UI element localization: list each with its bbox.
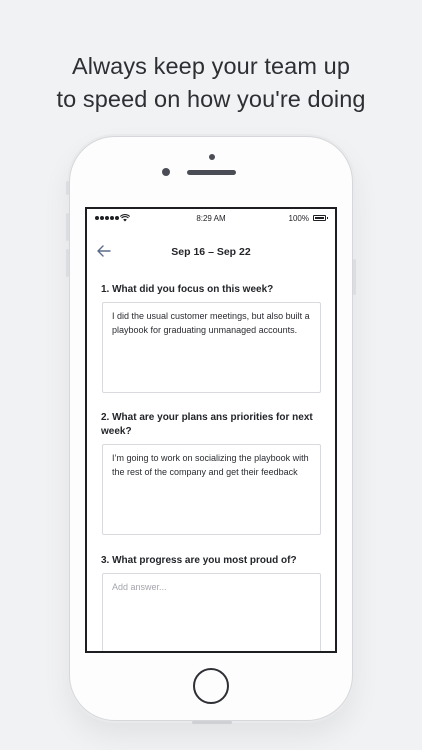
volume-down-button: [66, 249, 69, 277]
answer-2-field[interactable]: I’m going to work on socializing the pla…: [102, 444, 321, 535]
headline-line-1: Always keep your team up: [71, 53, 350, 79]
power-button: [353, 259, 356, 295]
mute-switch: [66, 181, 69, 195]
question-3-label: 3. What progress are you most proud of?: [101, 555, 297, 566]
status-bar: 8:29 AM 100%: [87, 209, 335, 227]
marketing-headline: Always keep your team up to speed on how…: [0, 50, 422, 116]
answer-3-field[interactable]: Add answer...: [102, 573, 321, 651]
home-button[interactable]: [193, 668, 229, 704]
battery-icon: [313, 215, 328, 221]
proximity-sensor: [209, 154, 215, 160]
app-screen: 8:29 AM 100% Sep 16 – Sep 22 1. What did…: [85, 207, 337, 653]
battery-percent: 100%: [288, 214, 309, 223]
nav-bar: Sep 16 – Sep 22: [87, 235, 335, 265]
phone-bottom-edge: [192, 721, 232, 724]
week-range-title: Sep 16 – Sep 22: [171, 246, 251, 258]
answer-1-field[interactable]: I did the usual customer meetings, but a…: [102, 302, 321, 393]
earpiece-speaker: [187, 170, 236, 175]
front-camera: [162, 168, 170, 176]
headline-line-2: to speed on how you're doing: [56, 86, 366, 112]
question-2-label: 2. What are your plans ans priorities fo…: [101, 412, 313, 437]
question-1-label: 1. What did you focus on this week?: [101, 284, 274, 295]
volume-up-button: [66, 213, 69, 241]
